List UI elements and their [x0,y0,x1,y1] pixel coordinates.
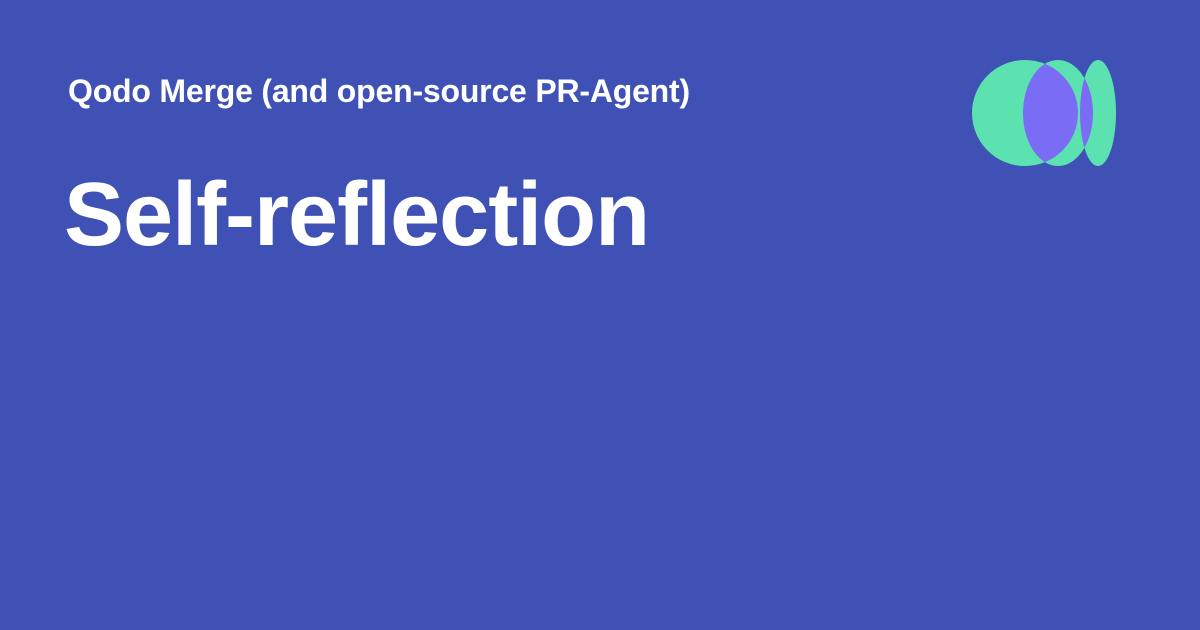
site-name: Qodo Merge (and open-source PR-Agent) [68,73,690,109]
page-title: Self-reflection [64,165,650,265]
qodo-logo-icon [972,60,1116,166]
social-card: Qodo Merge (and open-source PR-Agent) Se… [0,0,1200,630]
